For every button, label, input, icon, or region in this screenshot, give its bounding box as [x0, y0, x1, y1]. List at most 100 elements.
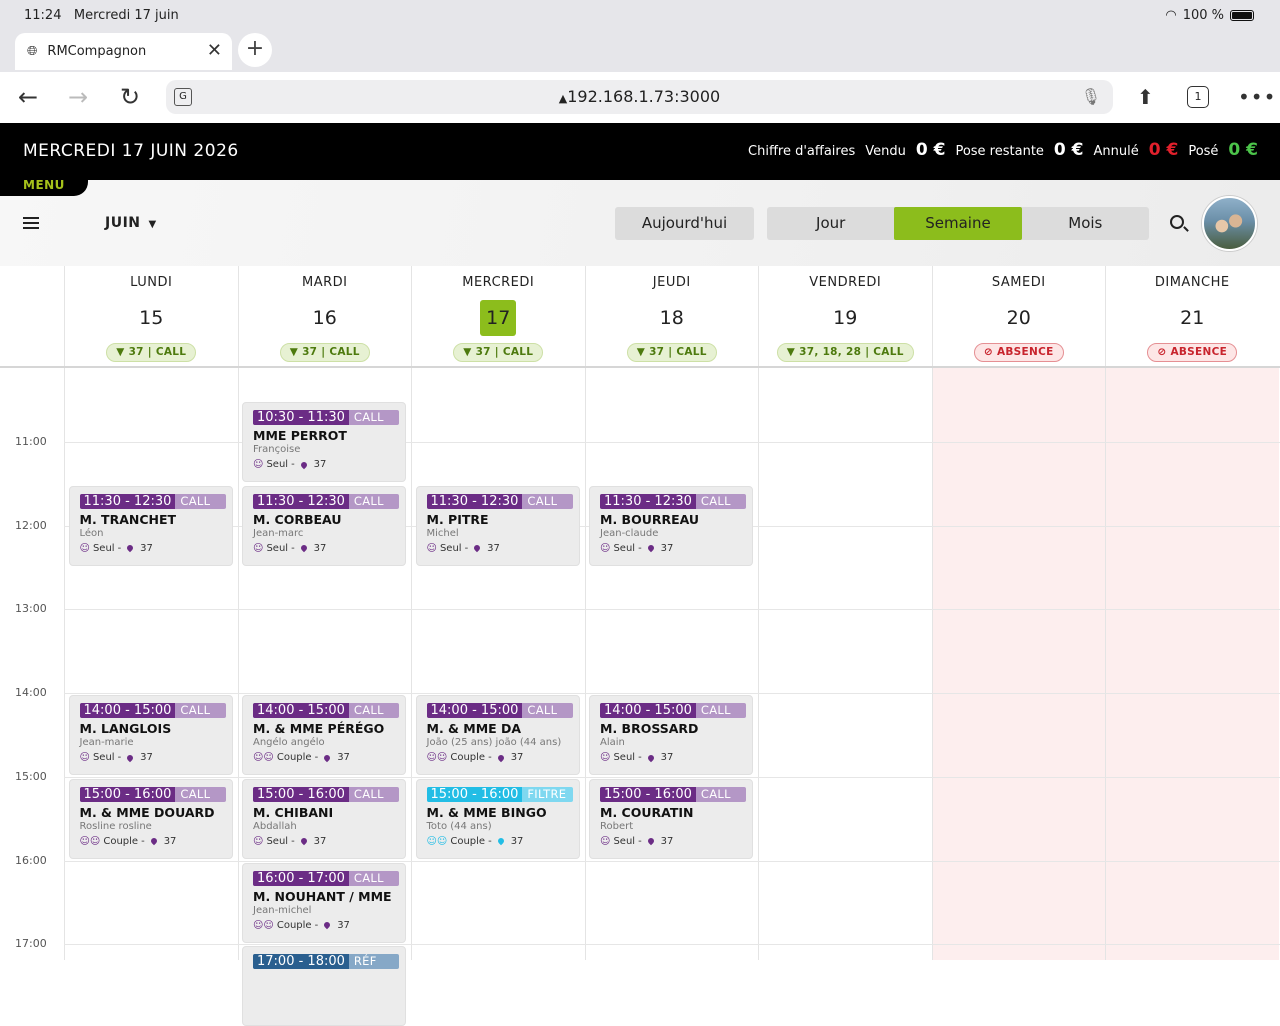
appointment-card[interactable]: 16:00 - 17:00 CALL M. NOUHANT / MME Jean-mi… [242, 862, 406, 943]
view-jour[interactable]: Jour [767, 207, 894, 240]
appointment-meta: ☺☺ Couple -37 [426, 752, 524, 764]
browser-tab-bar: 🌐︎ RMCompagnon ✕ + [0, 30, 1280, 72]
day-column-jeudi[interactable] [584, 368, 759, 960]
microphone-icon[interactable]: 🎙︎ [1081, 80, 1101, 114]
browser-tab[interactable]: 🌐︎ RMCompagnon ✕ [15, 33, 232, 70]
today-button[interactable]: Aujourd'hui [615, 207, 754, 240]
day-status-badge[interactable]: ▼ 37 | CALL [453, 343, 544, 362]
month-selector[interactable]: JUIN ▼ [105, 215, 157, 231]
url-bar[interactable]: G ▲192.168.1.73:3000 🎙︎ [166, 80, 1113, 114]
appointment-card[interactable]: 11:30 - 12:30 CALL M. BOURREAU Jean-claude ☺… [589, 485, 753, 566]
location-pin-icon [472, 544, 482, 553]
tab-title: RMCompagnon [47, 44, 147, 59]
location-pin-icon [496, 753, 505, 762]
person-icon: ☺☺ [253, 752, 274, 764]
appointment-card[interactable]: 15:00 - 16:00 CALL M. CHIBANI Abdallah ☺ Seul… [242, 778, 406, 859]
appointment-card[interactable]: 14:00 - 15:00 CALL M. BROSSARD Alain ☺ Seul -… [589, 695, 753, 776]
day-name: LUNDI [130, 275, 173, 290]
person-icon: ☺☺ [79, 835, 101, 847]
client-first-name: Rosline rosline [79, 820, 152, 832]
tab-count-button[interactable]: 1 [1187, 86, 1209, 108]
share-icon[interactable]: ⬆ [1137, 82, 1154, 112]
close-tab-icon[interactable]: ✕ [207, 40, 222, 61]
day-column-samedi[interactable] [931, 368, 1105, 960]
avatar[interactable] [1202, 196, 1257, 251]
hour-line [64, 944, 1280, 946]
day-status-badge[interactable]: ▼ 37, 18, 28 | CALL [776, 343, 914, 362]
search-icon[interactable] [1170, 215, 1184, 229]
appointment-card[interactable]: 11:30 - 12:30 CALL M. PITRE Michel ☺ Seul -37 [415, 485, 580, 566]
client-first-name: Jean-claude [600, 527, 659, 539]
app-header: MERCREDI 17 JUIN 2026 Chiffre d'affaires… [0, 123, 1280, 180]
day-number[interactable]: 15 [65, 300, 238, 332]
day-column-mercredi[interactable] [411, 368, 585, 960]
location-pin-icon [496, 837, 505, 846]
reload-icon[interactable]: ↻ [120, 82, 140, 112]
appointment-card[interactable]: 14:00 - 15:00 CALL M. & MME PÉRÉGO Angélo a… [242, 695, 406, 776]
day-header-mercredi[interactable]: MERCREDI 17 ▼ 37 | CALL [411, 266, 585, 366]
week-grid: 11:00 12:00 13:00 14:00 15:00 16:00 17:00 10:30… [0, 368, 1280, 1026]
location-pin-icon [646, 837, 655, 846]
day-column-lundi[interactable] [64, 368, 238, 960]
appointment-meta: ☺ Seul -37 [253, 459, 327, 471]
client-name: M. & MME BINGO [426, 804, 547, 820]
appointment-meta: ☺ Seul -37 [79, 752, 153, 764]
client-name: M. & MME PÉRÉGO [253, 721, 385, 737]
menu-label[interactable]: MENU [0, 174, 88, 196]
day-column-dimanche[interactable] [1105, 368, 1279, 960]
view-semaine[interactable]: Semaine [894, 207, 1022, 240]
day-status-badge[interactable]: ▼ 37 | CALL [279, 343, 370, 362]
day-header-vendredi[interactable]: VENDREDI 19 ▼ 37, 18, 28 | CALL [758, 266, 932, 366]
appointment-time-bar: 16:00 - 17:00 CALL [253, 870, 399, 886]
day-status-badge[interactable]: ⊘ ABSENCE [1147, 343, 1238, 362]
view-mois[interactable]: Mois [1022, 207, 1149, 240]
day-column-vendredi[interactable] [758, 368, 932, 960]
appointment-card[interactable]: 15:00 - 16:00 CALL M. & MME DOUARD Rosline … [68, 778, 233, 859]
appointment-card[interactable]: 10:30 - 11:30 CALL MME PERROT Françoise ☺ Seu… [242, 402, 406, 483]
appointment-time: 17:00 - 18:00 [253, 954, 349, 970]
caret-down-icon: ▼ [148, 219, 157, 230]
day-header-lundi[interactable]: LUNDI 15 ▼ 37 | CALL [64, 266, 238, 366]
appointment-meta: ☺☺ Couple -37 [426, 835, 524, 847]
appointment-card[interactable]: 14:00 - 15:00 CALL M. LANGLOIS Jean-marie ☺ S… [68, 695, 233, 776]
appointment-card[interactable]: 17:00 - 18:00 RÉF [242, 946, 406, 1026]
day-number[interactable]: 20 [933, 300, 1106, 332]
person-icon: ☺☺ [253, 919, 274, 931]
client-first-name: Robert [600, 820, 634, 832]
day-number[interactable]: 17 [412, 300, 585, 336]
day-header-jeudi[interactable]: JEUDI 18 ▼ 37 | CALL [584, 266, 759, 366]
day-number[interactable]: 21 [1106, 300, 1279, 332]
appointment-card[interactable]: 15:00 - 16:00 FILTRE M. & MME BINGO Toto (4… [415, 778, 580, 859]
appointment-card[interactable]: 11:30 - 12:30 CALL M. CORBEAU Jean-marc ☺ Seu… [242, 485, 406, 566]
appointment-time-bar: 11:30 - 12:30 CALL [253, 493, 399, 509]
hamburger-menu-icon[interactable] [23, 217, 39, 229]
appointment-time-bar: 14:00 - 15:00 CALL [79, 703, 226, 719]
view-switcher: Jour Semaine Mois [767, 207, 1149, 240]
day-header-mardi[interactable]: MARDI 16 ▼ 37 | CALL [237, 266, 412, 366]
appointment-type: CALL [180, 493, 211, 508]
location-pin-icon: ▼ [636, 346, 650, 358]
appointment-card[interactable]: 15:00 - 16:00 CALL M. COURATIN Robert ☺ Seul … [589, 778, 753, 859]
url-text: 192.168.1.73:3000 [567, 87, 721, 106]
more-icon[interactable]: ••• [1238, 82, 1276, 112]
appointment-type: FILTRE [527, 786, 567, 801]
address-row: ← → ↻ G ▲192.168.1.73:3000 🎙︎ ⬆ 1 ••• [0, 72, 1280, 123]
appointment-card[interactable]: 11:30 - 12:30 CALL M. TRANCHET Léon ☺ Seul -3… [68, 485, 233, 566]
client-first-name: Michel [426, 527, 459, 539]
forward-arrow-icon[interactable]: → [68, 82, 88, 112]
day-status-badge[interactable]: ⊘ ABSENCE [973, 343, 1064, 362]
day-status-badge[interactable]: ▼ 37 | CALL [106, 343, 197, 362]
location-pin-icon [322, 753, 332, 762]
appointment-time-bar: 11:30 - 12:30 CALL [426, 493, 573, 509]
day-number[interactable]: 18 [586, 300, 759, 332]
day-status-badge[interactable]: ▼ 37 | CALL [626, 343, 717, 362]
new-tab-button[interactable]: + [238, 33, 272, 67]
back-arrow-icon[interactable]: ← [18, 82, 38, 112]
translate-icon[interactable]: G [174, 88, 192, 106]
day-number[interactable]: 19 [759, 300, 932, 332]
day-header-dimanche[interactable]: DIMANCHE 21 ⊘ ABSENCE [1105, 266, 1279, 366]
annule-value: 0 € [1148, 140, 1179, 160]
day-number[interactable]: 16 [239, 300, 412, 332]
appointment-card[interactable]: 14:00 - 15:00 CALL M. & MME DA João (25 ans… [415, 695, 580, 776]
day-header-samedi[interactable]: SAMEDI 20 ⊘ ABSENCE [931, 266, 1106, 366]
